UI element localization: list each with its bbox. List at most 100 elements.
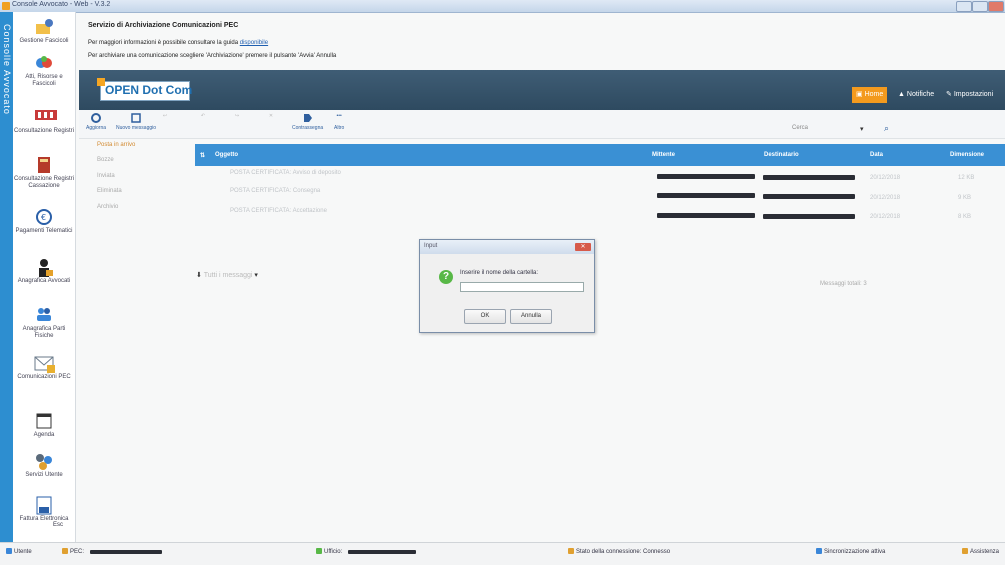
window-title: Console Avvocato - Web - V.3.2 <box>12 1 111 8</box>
dialog-title-bar: Input ✕ <box>420 240 594 254</box>
book-icon <box>34 156 54 174</box>
alert-icon: ▲ <box>898 91 905 98</box>
mail-lock-icon <box>34 354 55 373</box>
status-help[interactable]: Assistenza <box>970 549 999 555</box>
app-vertical-title: Consolle Avvocato <box>2 24 12 115</box>
delete-button[interactable]: ✕ <box>266 113 276 125</box>
search-icon[interactable]: ⌕ <box>884 123 889 134</box>
calendar-icon <box>34 412 54 430</box>
more-button[interactable]: ••• Altro <box>334 113 344 131</box>
status-office: Ufficio: <box>324 549 343 555</box>
tag-button[interactable]: Contrassegna <box>292 113 323 131</box>
sidebar-item-servizi-utente[interactable]: Servizi Utente <box>13 452 75 479</box>
row-subject: POSTA CERTIFICATA: Consegna <box>230 188 321 194</box>
row-subject: POSTA CERTIFICATA: Accettazione <box>230 208 327 214</box>
redacted-sender <box>657 213 755 218</box>
info-line-1: Per maggiori informazioni è possibile co… <box>88 40 269 46</box>
reply-icon: ↩ <box>162 113 168 119</box>
grid-header <box>195 144 1005 166</box>
row-size: 9 KB <box>958 195 972 201</box>
sidebar-item-comunicazioni-pec[interactable]: Comunicazioni PEC <box>13 354 75 381</box>
sidebar-item-pagamenti[interactable]: € Pagamenti Telematici <box>13 208 75 235</box>
forward-button[interactable]: ↪ <box>232 113 242 125</box>
column-date[interactable]: Data <box>870 152 883 158</box>
sidebar-item-anagrafica-avvocati[interactable]: Anagrafica Avvocati <box>13 258 75 285</box>
people-icon <box>34 306 54 324</box>
minimize-button[interactable] <box>956 1 972 12</box>
help-icon <box>962 548 968 554</box>
folder-inbox[interactable]: Posta in arrivo <box>97 142 135 148</box>
sidebar-item-agenda[interactable]: Agenda <box>13 412 75 439</box>
sidebar-footer: Esc <box>53 522 64 528</box>
notifications-button[interactable]: ▲ Notifiche <box>894 87 938 103</box>
dialog-close-button[interactable]: ✕ <box>575 243 591 251</box>
row-size: 8 KB <box>958 214 972 220</box>
row-size: 12 KB <box>958 175 975 181</box>
user-icon <box>6 548 12 554</box>
settings-button[interactable]: ✎ Impostazioni <box>942 87 997 103</box>
column-sender[interactable]: Mittente <box>652 152 675 158</box>
brand-logo: OPEN Dot Com <box>97 78 192 101</box>
status-user: Utente <box>14 549 32 555</box>
gear-cluster-icon <box>34 452 54 470</box>
sidebar-item-gestione-fascicoli[interactable]: Gestione Fascicoli <box>13 18 75 45</box>
search-field[interactable]: Cerca <box>792 125 864 134</box>
app-vertical-title-bar: Consolle Avvocato <box>0 12 13 542</box>
column-recipient[interactable]: Destinatario <box>764 152 799 158</box>
question-icon: ? <box>439 270 453 284</box>
maximize-button[interactable] <box>972 1 988 12</box>
redacted-recipient <box>763 175 855 180</box>
input-dialog: Input ✕ ? Inserire il nome della cartell… <box>419 239 595 333</box>
redacted-office <box>348 550 416 554</box>
refresh-button[interactable]: Aggiorna <box>86 113 106 131</box>
lawyer-icon <box>34 258 54 277</box>
download-icon: ⬇ <box>196 272 202 279</box>
edit-icon <box>131 113 141 123</box>
new-message-button[interactable]: Nuovo messaggio <box>116 113 156 131</box>
page-title: Servizio di Archiviazione Comunicazioni … <box>88 22 239 29</box>
sidebar: Gestione Fascicoli Atti, Risorse e Fasci… <box>13 12 76 542</box>
folder-archive[interactable]: Archivio <box>97 204 118 210</box>
reply-button[interactable]: ↩ <box>160 113 170 125</box>
sidebar-item-registri-cassazione[interactable]: Consultazione Registri Cassazione <box>13 156 75 190</box>
folder-gear-icon <box>34 18 54 36</box>
delete-icon: ✕ <box>268 113 274 119</box>
column-subject[interactable]: Oggetto <box>215 152 238 158</box>
chevron-down-icon: ▾ <box>254 272 258 279</box>
home-button[interactable]: ▣ Home <box>852 87 888 103</box>
row-date: 20/12/2018 <box>870 195 901 201</box>
folder-sent[interactable]: Inviata <box>97 173 115 179</box>
sort-icon[interactable]: ⇅ <box>200 152 205 159</box>
cancel-button[interactable]: Annulla <box>510 309 552 324</box>
status-connection: Stato della connessione: Connesso <box>576 549 671 555</box>
sidebar-item-atti[interactable]: Atti, Risorse e Fascicoli <box>13 54 75 88</box>
reply-all-button[interactable]: ↶ <box>198 113 208 125</box>
info-line-2: Per archiviare una comunicazione sceglie… <box>88 53 337 59</box>
sidebar-item-fattura-elettronica[interactable]: Fattura Elettronica <box>13 496 75 523</box>
close-button[interactable] <box>988 1 1004 12</box>
wrench-icon: ✎ <box>946 91 952 98</box>
more-icon: ••• <box>336 113 342 119</box>
row-date: 20/12/2018 <box>870 175 901 181</box>
refresh-icon <box>91 113 101 123</box>
column-size[interactable]: Dimensione <box>950 152 984 158</box>
ok-button[interactable]: OK <box>464 309 506 324</box>
svg-text:€: € <box>41 213 46 222</box>
tag-icon <box>303 113 313 123</box>
sync-icon <box>816 548 822 554</box>
window-title-bar: Console Avvocato - Web - V.3.2 <box>0 0 1005 13</box>
folder-drafts[interactable]: Bozze <box>97 157 114 163</box>
folder-deleted[interactable]: Eliminata <box>97 188 122 194</box>
redacted-pec <box>90 550 162 554</box>
dialog-title: Input <box>424 243 438 249</box>
sidebar-item-anagrafica-parti[interactable]: Anagrafica Parti Fisiche <box>13 306 75 340</box>
search-dropdown-icon[interactable]: ▾ <box>860 125 864 133</box>
guide-link[interactable]: disponibile <box>240 40 268 46</box>
message-count: Messaggi totali: 3 <box>820 281 867 287</box>
status-pec: PEC: <box>70 549 85 555</box>
folder-name-input[interactable] <box>460 282 584 292</box>
grid-filter[interactable]: ⬇ Tutti i messaggi ▾ <box>196 271 258 279</box>
reply-all-icon: ↶ <box>200 113 206 119</box>
sidebar-item-consultazione-registri[interactable]: Consultazione Registri <box>13 108 75 135</box>
row-date: 20/12/2018 <box>870 214 901 220</box>
